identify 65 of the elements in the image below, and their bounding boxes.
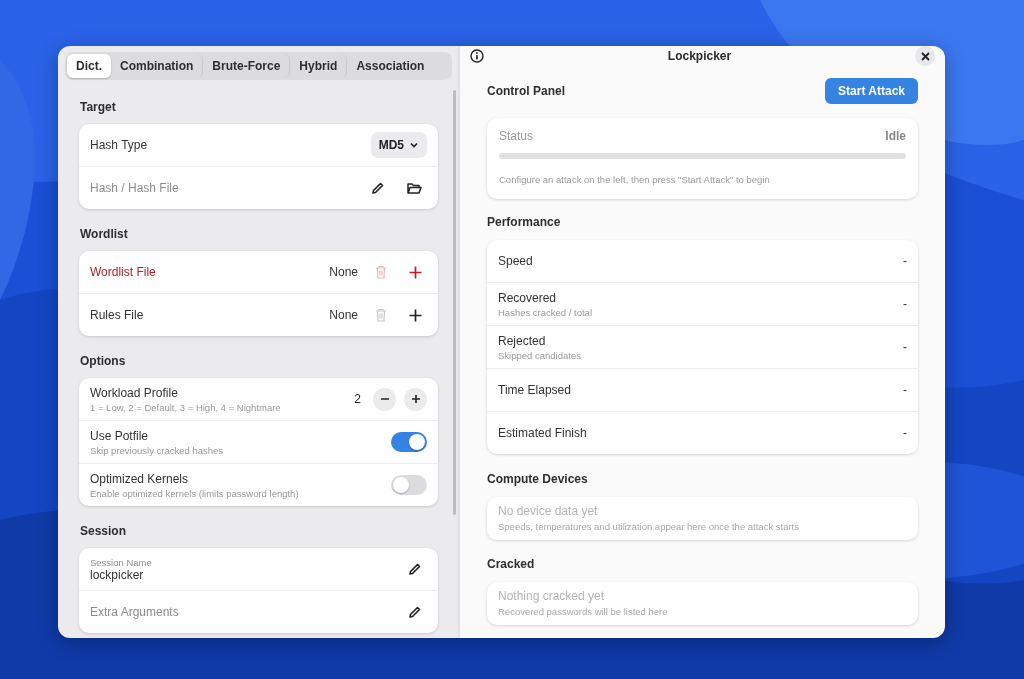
section-heading: Control Panel [487, 84, 565, 98]
metric-label: Speed [498, 254, 534, 268]
section-heading: Options [80, 354, 127, 368]
metric-value: - [903, 340, 907, 354]
increment-button[interactable] [404, 387, 427, 411]
row-label: Hash Type [90, 138, 149, 152]
plus-icon[interactable] [409, 308, 422, 322]
empty-title: Nothing cracked yet [498, 589, 606, 603]
close-button[interactable] [915, 46, 935, 66]
session-name-field[interactable]: Session Name lockpicker [90, 556, 391, 582]
metric-label: Recovered [498, 290, 558, 305]
pencil-icon[interactable] [408, 562, 422, 576]
close-icon [920, 51, 930, 61]
metric-label: Estimated Finish [498, 426, 588, 440]
toggle-switch[interactable] [391, 475, 427, 495]
section-heading: Target [80, 100, 117, 114]
hash-field[interactable]: Hash / Hash File [90, 181, 354, 195]
status-value: Idle [885, 129, 906, 143]
row-subtitle: Enable optimized kernels (limits password length) [90, 487, 300, 499]
tab[interactable]: Dict. [67, 54, 111, 78]
metric-value: - [903, 297, 907, 311]
metric-value: - [903, 383, 907, 397]
pencil-icon[interactable] [371, 181, 385, 195]
empty-hint: Speeds, temperatures and utilization appear here once the attack starts [498, 521, 800, 532]
tab[interactable]: Combination [111, 54, 204, 78]
window-title: Lockpicker [666, 49, 733, 63]
metric-value: - [903, 426, 907, 440]
metric-subtitle: Hashes cracked / total [498, 306, 593, 318]
row-label: Rules File [90, 308, 145, 322]
chevron-icon [409, 140, 419, 150]
spin-value: 2 [354, 392, 361, 406]
row-label: Optimized Kernels [90, 471, 190, 486]
start-attack-button[interactable]: Start Attack [825, 78, 918, 104]
status-hint: Configure an attack on the left, then press "Start Attack" to begin [499, 174, 770, 185]
section-heading: Performance [487, 215, 562, 229]
tab[interactable]: Association [347, 54, 434, 78]
pencil-icon[interactable] [408, 605, 422, 619]
row-label: Use Potfile [90, 428, 150, 443]
row-label: Workload Profile [90, 385, 179, 400]
section-heading: Cracked [487, 557, 536, 571]
metric-label: Rejected [498, 333, 547, 348]
hash-type-dropdown[interactable]: MD5 [370, 132, 427, 158]
status-label: Status [499, 129, 534, 143]
row-subtitle: Skip previously cracked hashes [90, 444, 225, 456]
metric-label: Time Elapsed [498, 383, 572, 397]
plus-icon [410, 394, 421, 404]
metric-subtitle: Skipped candidates [498, 349, 582, 361]
tab[interactable]: Hybrid [290, 54, 348, 78]
section-heading: Session [80, 524, 128, 538]
section-heading: Compute Devices [487, 472, 589, 486]
empty-title: No device data yet [498, 504, 599, 518]
file-value: None [329, 265, 358, 279]
plus-icon[interactable] [409, 265, 422, 279]
info-icon[interactable] [470, 49, 484, 63]
arguments-field[interactable]: Extra Arguments [90, 605, 391, 619]
file-value: None [329, 308, 358, 322]
section-heading: Wordlist [80, 227, 129, 241]
row-subtitle: 1 = Low, 2 = Default, 3 = High, 4 = Nightmare [90, 401, 282, 413]
row-label: Wordlist File [90, 265, 157, 279]
folder-icon[interactable] [407, 181, 422, 195]
tab[interactable]: Brute-Force [203, 54, 291, 78]
decrement-button[interactable] [373, 387, 396, 411]
metric-value: - [903, 254, 907, 268]
empty-hint: Recovered passwords will be listed here [498, 606, 669, 617]
toggle-switch[interactable] [391, 432, 427, 452]
